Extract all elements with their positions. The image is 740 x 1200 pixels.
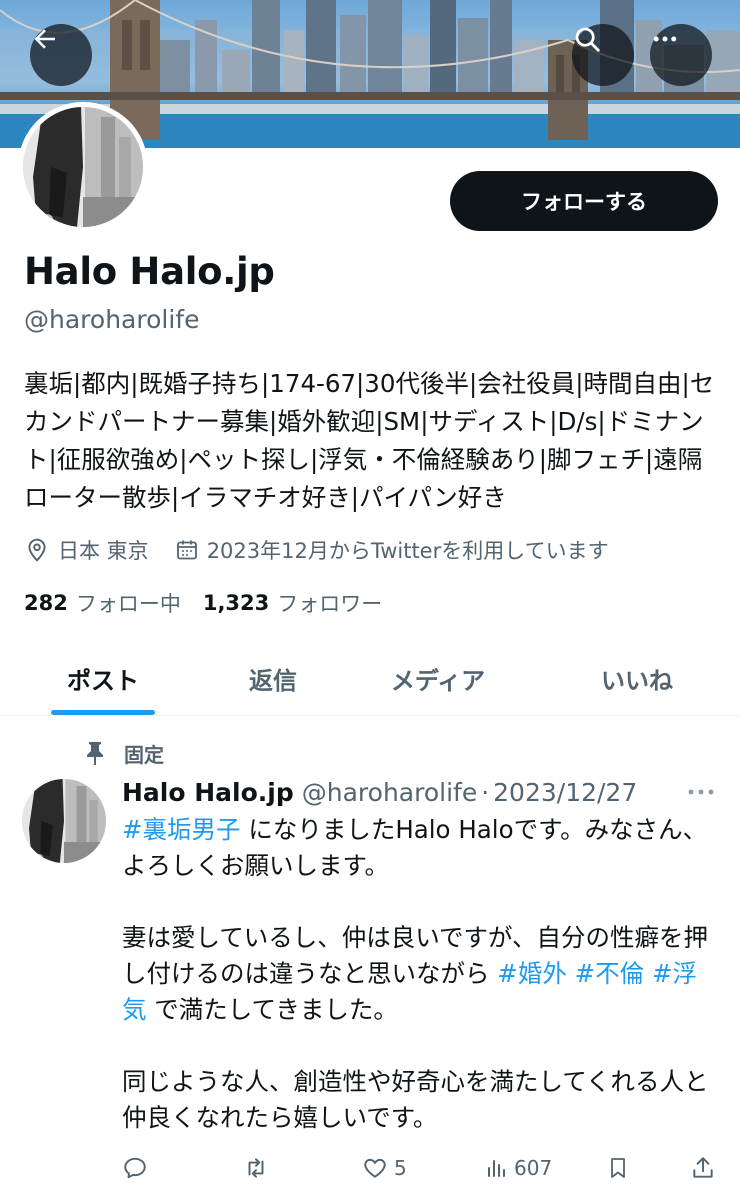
reply-button[interactable]: [122, 1150, 154, 1186]
bookmark-button[interactable]: [606, 1150, 636, 1186]
post-text: #裏垢男子 になりましたHalo Haloです。みなさん、よろしくお願いします。…: [122, 812, 718, 1136]
share-icon: [693, 1157, 713, 1178]
heart-icon: [364, 1158, 386, 1178]
like-button[interactable]: 5: [362, 1150, 407, 1186]
active-tab-indicator: [51, 710, 155, 715]
post-author-handle[interactable]: @haroharolife: [302, 778, 477, 807]
tab-replies[interactable]: 返信: [223, 640, 323, 716]
reply-icon: [124, 1157, 146, 1179]
post-text-segment: で満たしてきました。: [146, 995, 398, 1024]
profile-display-name: Halo Halo.jp: [24, 250, 275, 293]
search-button[interactable]: [572, 24, 634, 86]
hashtag-link[interactable]: #婚外: [497, 959, 567, 988]
profile-meta: 日本 東京 2023年12月からTwitterを利用しています: [24, 534, 609, 566]
tab-likes[interactable]: いいね: [580, 640, 694, 716]
arrow-left-icon: [34, 29, 55, 49]
profile-stats: 282 フォロー中 1,323 フォロワー: [24, 586, 382, 620]
hashtag-link[interactable]: #不倫: [575, 959, 645, 988]
repost-icon: [248, 1158, 264, 1178]
share-button[interactable]: [690, 1150, 722, 1186]
followers-count[interactable]: 1,323: [203, 591, 269, 615]
followers-label[interactable]: フォロワー: [277, 588, 382, 618]
following-count[interactable]: 282: [24, 591, 68, 615]
post-date[interactable]: 2023/12/27: [493, 778, 637, 807]
follow-button[interactable]: フォローする: [450, 171, 718, 231]
back-button[interactable]: [30, 24, 92, 86]
post-paragraph-2: 妻は愛しているし、仲は良いですが、自分の性癖を押し付けるのは違うなと思いながら …: [122, 920, 718, 1028]
following-label[interactable]: フォロー中: [76, 588, 181, 618]
join-date-text: 2023年12月からTwitterを利用しています: [206, 539, 609, 563]
post-paragraph-1: #裏垢男子 になりましたHalo Haloです。みなさん、よろしくお願いします。: [122, 812, 718, 884]
pinned-label: 固定: [84, 738, 164, 768]
more-horizontal-icon: [688, 789, 714, 795]
tab-media[interactable]: メディア: [372, 640, 504, 716]
calendar-icon: [176, 540, 197, 560]
avatar-photo: [23, 107, 143, 227]
hashtag-link[interactable]: #裏垢男子: [122, 815, 241, 844]
profile-bio: 裏垢|都内|既婚子持ち|174-67|30代後半|会社役員|時間自由|セカンドパ…: [24, 369, 715, 512]
post-author-avatar[interactable]: [22, 779, 106, 863]
location-text: 日本 東京: [58, 539, 149, 563]
post-actions: 5 607: [122, 1150, 718, 1186]
profile-location: 日本 東京: [24, 535, 149, 565]
post-author-name[interactable]: Halo Halo.jp: [122, 778, 294, 807]
post-more-button[interactable]: [686, 778, 716, 806]
profile-tabs: ポスト 返信 メディア いいね: [0, 640, 740, 716]
post-text-space: [644, 959, 652, 988]
pin-icon: [87, 742, 103, 765]
tab-posts[interactable]: ポスト: [38, 640, 168, 716]
pinned-text: 固定: [124, 742, 164, 767]
avatar-photo: [22, 779, 106, 863]
search-icon: [575, 27, 600, 52]
like-count: 5: [394, 1156, 407, 1180]
location-pin-icon: [28, 538, 46, 562]
post-paragraph-3: 同じような人、創造性や好奇心を満たしてくれる人と仲良くなれたら嬉しいです。: [122, 1067, 709, 1132]
views-button[interactable]: 607: [484, 1150, 552, 1186]
profile-handle: @haroharolife: [24, 305, 200, 334]
profile-avatar[interactable]: [18, 102, 148, 232]
bar-chart-icon: [488, 1160, 505, 1177]
bookmark-icon: [611, 1158, 625, 1178]
repost-button[interactable]: [242, 1150, 276, 1186]
view-count: 607: [514, 1156, 553, 1180]
post-header: Halo Halo.jp @haroharolife · 2023/12/27: [122, 774, 637, 810]
more-horizontal-icon: [653, 36, 677, 42]
more-button[interactable]: [650, 24, 712, 86]
post-text-space: [567, 959, 575, 988]
post-separator: ·: [481, 777, 490, 807]
profile-join-date: 2023年12月からTwitterを利用しています: [175, 535, 609, 565]
